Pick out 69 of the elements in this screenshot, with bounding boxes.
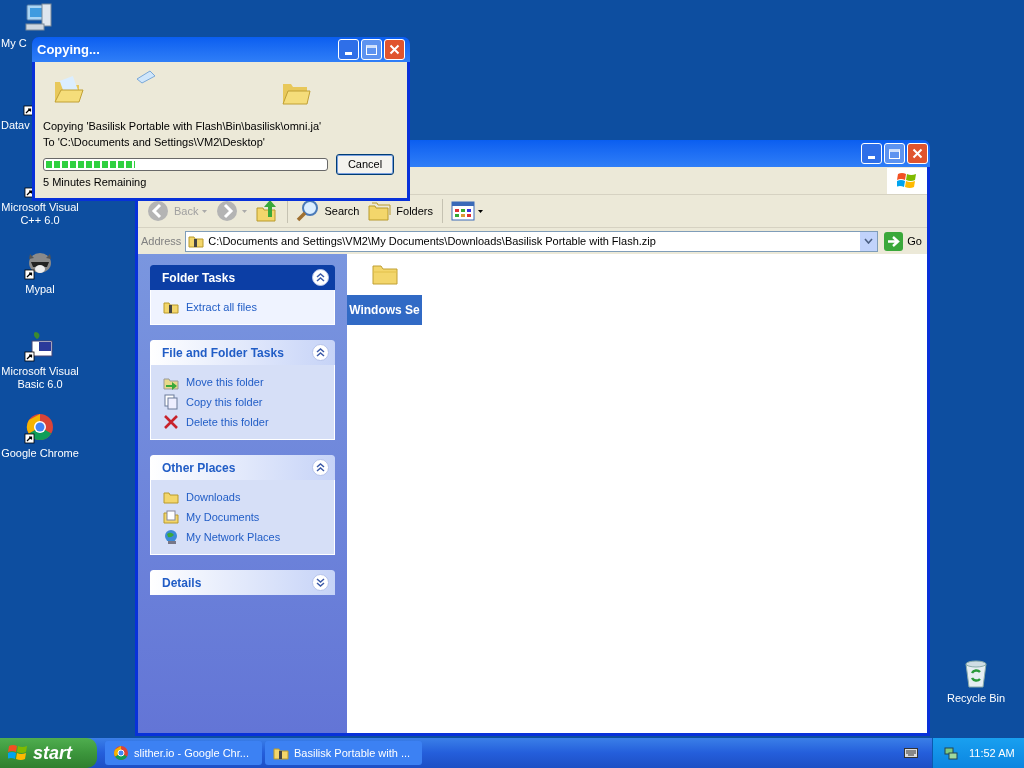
task-panel-header[interactable]: File and Folder Tasks (150, 340, 335, 365)
flying-paper-icon (136, 70, 156, 84)
close-icon (912, 148, 923, 159)
address-label: Address (141, 233, 182, 249)
desktop-icon-label[interactable]: Microsoft Visual Basic 6.0 (0, 365, 80, 391)
desktop-icon-label[interactable]: Microsoft Visual C++ 6.0 (0, 201, 80, 227)
file-name[interactable]: Windows Se (347, 295, 422, 325)
time-remaining-text: 5 Minutes Remaining (43, 175, 148, 189)
desktop-icon-label[interactable]: My C (1, 37, 27, 50)
dialog-title: Copying... (37, 40, 100, 59)
task-panel-header[interactable]: Folder Tasks (150, 265, 335, 290)
folder-icon (163, 489, 179, 505)
task-link[interactable]: Downloads (186, 488, 241, 506)
windows-logo-icon (897, 171, 917, 190)
task-panel-header[interactable]: Other Places (150, 455, 335, 480)
taskbar-button[interactable]: slither.io - Google Chr... (105, 741, 262, 765)
copy-destination-text: To 'C:\Documents and Settings\VM2\Desktop' (43, 135, 266, 150)
close-button[interactable] (384, 39, 405, 60)
task-panel-header[interactable]: Details (150, 570, 335, 595)
cancel-button[interactable]: Cancel (336, 154, 394, 175)
views-icon (451, 199, 475, 223)
dropdown-button[interactable] (860, 231, 878, 251)
task-link[interactable]: Copy this folder (186, 393, 263, 411)
zip-folder-icon (273, 745, 289, 761)
maximize-button[interactable] (361, 39, 382, 60)
delete-icon (163, 414, 179, 430)
folders-button[interactable]: Folders (366, 198, 436, 224)
zip-folder-icon (188, 233, 205, 249)
documents-folder-icon (163, 509, 179, 525)
copy-pages-icon (163, 394, 179, 410)
close-icon (389, 44, 400, 55)
zip-folder-icon (163, 299, 179, 315)
task-link[interactable]: Extract all files (186, 298, 257, 316)
desktop-icon-label[interactable]: Mypal (25, 283, 55, 296)
clock: 11:52 AM (969, 745, 1015, 761)
search-button[interactable]: Search (294, 198, 363, 224)
address-field[interactable]: C:\Documents and Settings\VM2\My Documents\Downloads\Basilisk Portable with Flash.zip (185, 230, 879, 252)
maximize-button[interactable] (884, 143, 905, 164)
folders-icon (368, 199, 393, 223)
minimize-button[interactable] (861, 143, 882, 164)
collapse-chevron-icon[interactable] (312, 344, 329, 361)
minimize-button[interactable] (338, 39, 359, 60)
expand-chevron-icon[interactable] (312, 574, 329, 591)
network-icon[interactable] (943, 745, 959, 761)
collapse-chevron-icon[interactable] (312, 459, 329, 476)
start-button[interactable]: start (0, 738, 97, 768)
desktop-icon-label[interactable]: Google Chrome (1, 447, 79, 460)
task-link[interactable]: My Documents (186, 508, 260, 526)
copy-source-text: Copying 'Basilisk Portable with Flash\Bin\basilisk\omni.ja' (43, 119, 323, 134)
task-link[interactable]: Move this folder (186, 373, 264, 391)
task-link[interactable]: Delete this folder (186, 413, 269, 431)
go-button[interactable]: Go (882, 231, 924, 251)
open-folder-icon (53, 74, 85, 104)
keyboard-icon[interactable] (904, 748, 918, 758)
caret-icon (202, 209, 208, 213)
close-button[interactable] (907, 143, 928, 164)
desktop-icon-label[interactable]: Datav (1, 119, 30, 132)
chrome-icon (113, 745, 129, 761)
views-button[interactable] (449, 198, 485, 224)
network-icon (163, 529, 179, 545)
taskbar-button[interactable]: Basilisk Portable with ... (265, 741, 422, 765)
desktop-icon-label[interactable]: Recycle Bin (946, 692, 1006, 705)
caret-icon (478, 209, 483, 213)
chevron-down-icon (864, 238, 874, 244)
search-icon (296, 199, 321, 223)
task-link[interactable]: My Network Places (186, 528, 281, 546)
windows-logo-icon (8, 744, 28, 762)
caret-icon (242, 209, 248, 213)
collapse-chevron-icon[interactable] (312, 269, 329, 286)
